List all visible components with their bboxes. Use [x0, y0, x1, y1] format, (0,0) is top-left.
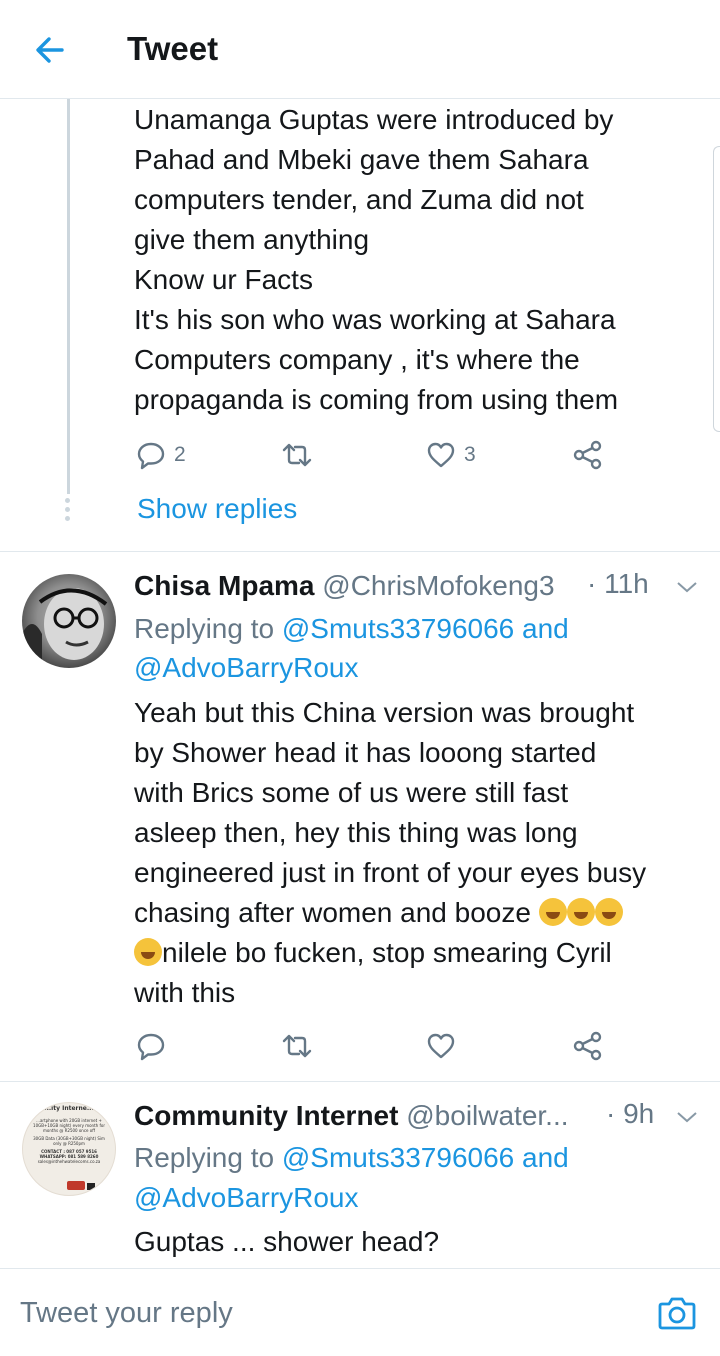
mention-and: and: [522, 613, 569, 644]
tweet-line: asleep then, hey this thing was long: [134, 817, 578, 848]
thread-connector: [67, 99, 70, 494]
reply-input[interactable]: Tweet your reply: [20, 1297, 233, 1330]
like-icon: [427, 442, 455, 468]
retweet-icon: [282, 1034, 312, 1058]
display-name[interactable]: Chisa Mpama: [134, 570, 315, 601]
avatar-image: ...ity Interne... ...artphone with 20GB …: [23, 1103, 115, 1164]
avatar[interactable]: ...ity Interne... ...artphone with 20GB …: [22, 1102, 116, 1196]
replying-to: Replying to @Smuts33796066 and: [134, 609, 569, 649]
device-image: [87, 1183, 95, 1190]
like-count: 3: [464, 443, 476, 466]
reply-count: 2: [174, 443, 186, 466]
tweet-line: nilele bo fucken, stop smearing Cyril: [134, 933, 699, 973]
tweet-line: It's his son who was working at Sahara: [134, 304, 616, 335]
replying-to: Replying to @Smuts33796066 and: [134, 1138, 569, 1178]
share-button[interactable]: [572, 1029, 604, 1063]
tweet-line: Computers company , it's where the: [134, 344, 580, 375]
replying-prefix: Replying to: [134, 613, 275, 644]
retweet-button[interactable]: [280, 438, 314, 472]
page-title: Tweet: [127, 30, 219, 67]
tweet-line: Yeah but this China version was brought: [134, 697, 635, 728]
reply-icon: [137, 442, 165, 470]
chevron-down-icon[interactable]: [676, 580, 698, 594]
tweet-header: Chisa Mpama @ChrisMofokeng3: [134, 568, 555, 604]
scrollbar[interactable]: [713, 146, 720, 432]
show-replies-link[interactable]: Show replies: [137, 493, 297, 525]
avatar-text: sales@inthehwatelecoms.co.za: [37, 1159, 101, 1164]
tweet-line: Pahad and Mbeki gave them Sahara: [134, 144, 589, 175]
rofl-emoji: [594, 898, 623, 926]
tweet-line: propaganda is coming from using them: [134, 384, 619, 415]
tweet-line: with this: [134, 977, 236, 1008]
replying-prefix: Replying to: [134, 1142, 275, 1173]
like-button[interactable]: 3: [426, 438, 476, 472]
tweet-line: chasing after women and booze: [134, 893, 699, 933]
share-icon: [573, 1031, 602, 1061]
tweet-line-text: chasing after women and booze: [134, 897, 531, 928]
tweet-line: Guptas ... shower head?: [134, 1226, 440, 1257]
tweet-actions: [134, 1029, 604, 1063]
rofl-emoji: [566, 898, 595, 926]
mention-and: and: [522, 1142, 569, 1173]
tweet-line: by Shower head it has looong started: [134, 737, 597, 768]
mention-link[interactable]: @AdvoBarryRoux: [134, 648, 359, 688]
like-icon: [427, 1033, 455, 1059]
router-image: [67, 1181, 85, 1190]
divider: [0, 551, 720, 552]
back-arrow-icon[interactable]: [32, 32, 68, 68]
top-bar: Tweet: [0, 0, 720, 99]
tweet-line: computers tender, and Zuma did not: [134, 184, 584, 215]
tweet-text: Yeah but this China version was brought …: [134, 693, 699, 1013]
share-icon: [573, 440, 602, 470]
reply-icon: [137, 1033, 165, 1061]
tweet-header: Community Internet @boilwater...: [134, 1098, 569, 1134]
camera-icon[interactable]: [656, 1292, 698, 1334]
tweet-line: give them anything: [134, 224, 370, 255]
chevron-down-icon[interactable]: [676, 1110, 698, 1124]
avatar-image: [22, 588, 108, 668]
tweet-line: with Brics some of us were still fast: [134, 777, 569, 808]
mention-link[interactable]: @AdvoBarryRoux: [134, 1178, 359, 1218]
share-button[interactable]: [572, 438, 604, 472]
user-handle[interactable]: @boilwater...: [406, 1100, 568, 1131]
avatar-text: only @ R250pm: [53, 1141, 85, 1146]
rofl-emoji: [538, 898, 567, 926]
retweet-icon: [282, 443, 312, 467]
tweet-line-text: nilele bo fucken, stop smearing Cyril: [162, 937, 612, 968]
retweet-button[interactable]: [280, 1029, 314, 1063]
reply-button[interactable]: [136, 1029, 166, 1063]
user-handle[interactable]: @ChrisMofokeng3: [322, 570, 554, 601]
mention-link[interactable]: @Smuts33796066: [282, 1142, 514, 1173]
like-button[interactable]: [426, 1029, 456, 1063]
reply-composer: Tweet your reply: [0, 1268, 720, 1356]
tweet-line: Unamanga Guptas were introduced by: [134, 104, 614, 135]
thread-dots: [65, 498, 71, 525]
reply-button[interactable]: 2: [136, 438, 186, 472]
tweet-actions: 2 3: [134, 438, 604, 472]
tweet-text: Guptas ... shower head?: [134, 1222, 699, 1262]
rofl-emoji: [134, 938, 162, 966]
tweet-text: Unamanga Guptas were introduced by Pahad…: [134, 100, 699, 420]
avatar-text: months @ R2500 once off: [43, 1128, 95, 1133]
timestamp: · 11h: [587, 568, 649, 599]
divider: [0, 1081, 720, 1082]
tweet-line: Know ur Facts: [134, 264, 313, 295]
avatar[interactable]: [22, 574, 116, 668]
timestamp: · 9h: [606, 1098, 655, 1129]
display-name[interactable]: Community Internet: [134, 1100, 398, 1131]
avatar-text: ...ity Interne...: [44, 1105, 94, 1112]
mention-link[interactable]: @Smuts33796066: [282, 613, 514, 644]
tweet-line: engineered just in front of your eyes bu…: [134, 857, 647, 888]
